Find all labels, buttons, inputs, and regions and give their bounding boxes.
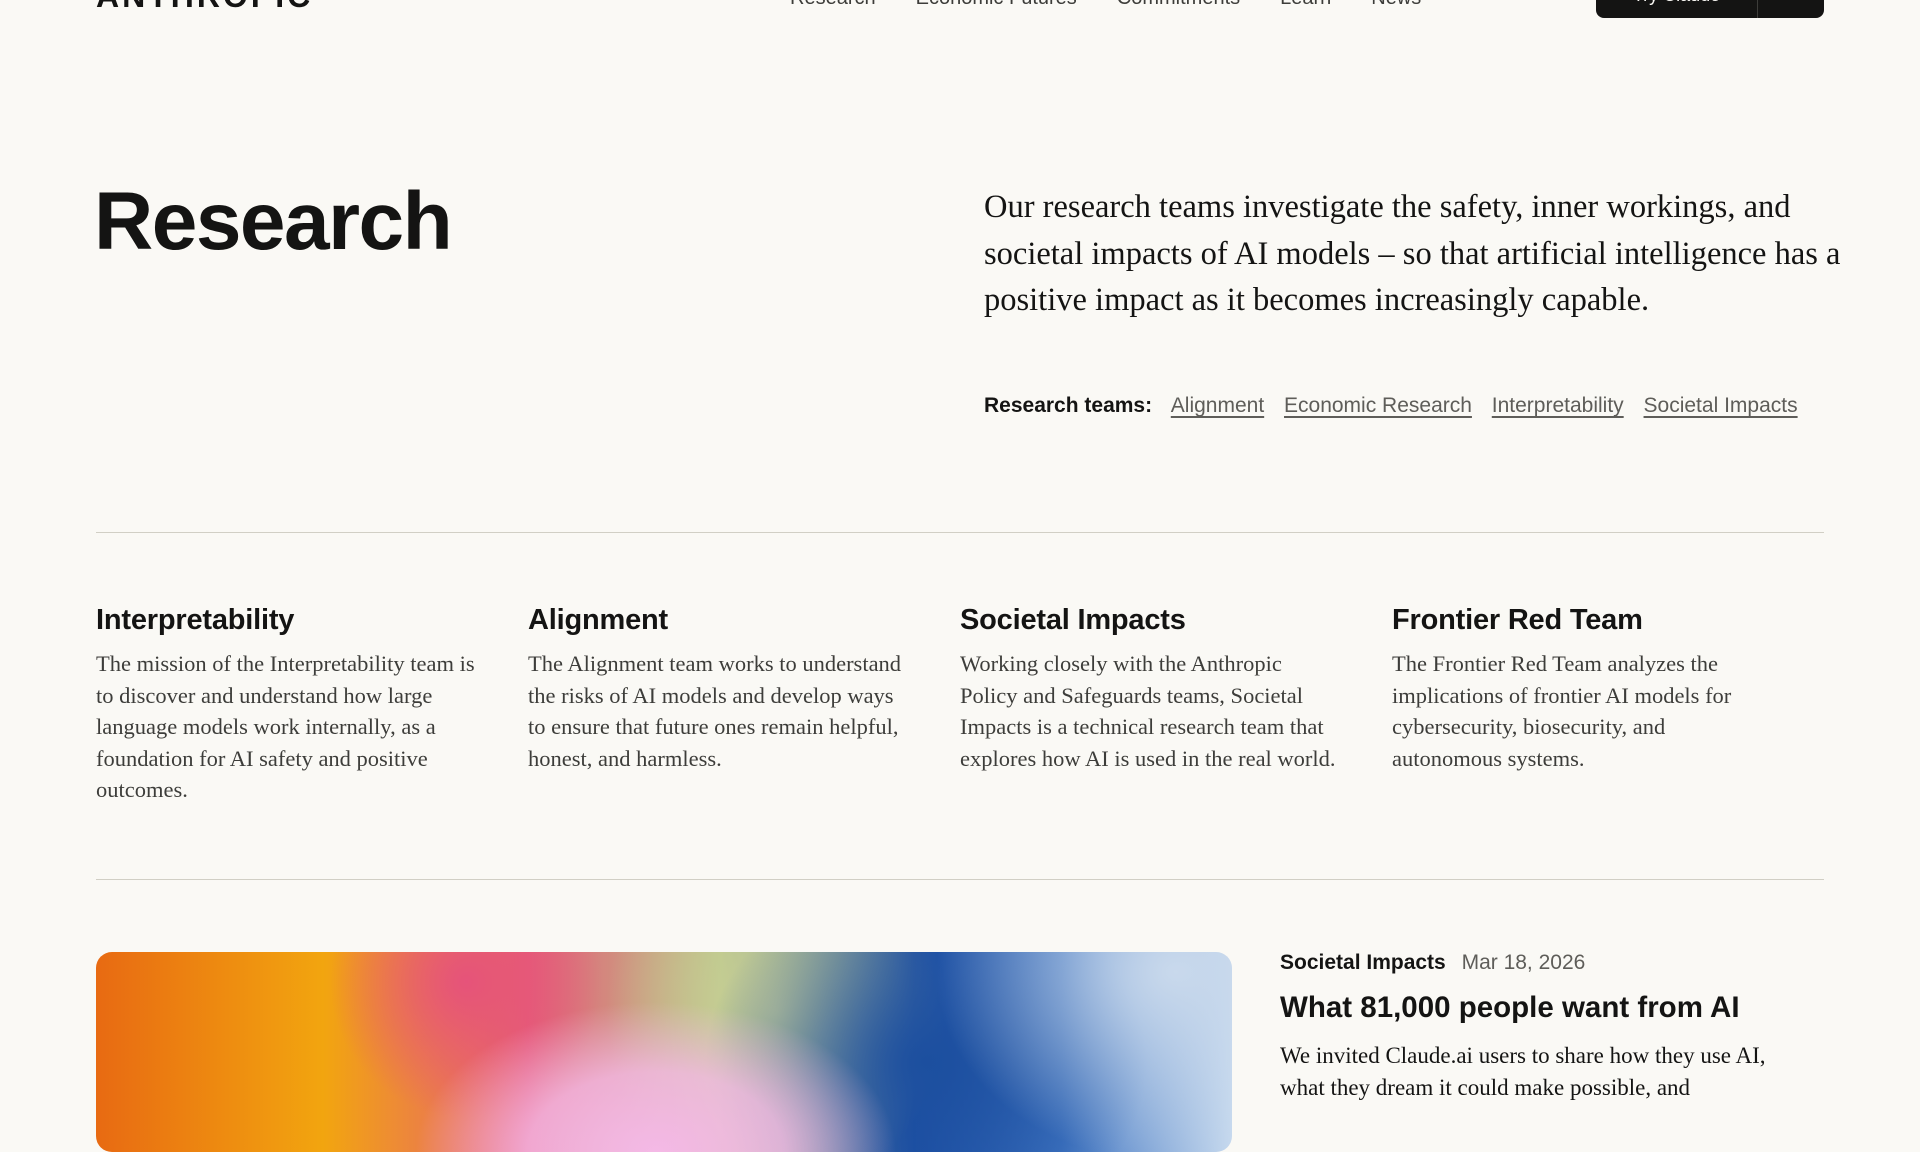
article-meta: Societal Impacts Mar 18, 2026	[1280, 948, 1800, 978]
team-link-societal-impacts[interactable]: Societal Impacts	[1644, 394, 1798, 417]
team-link-interpretability[interactable]: Interpretability	[1492, 394, 1624, 417]
team-card-description: The Frontier Red Team analyzes the impli…	[1392, 651, 1732, 771]
research-teams-list: Research teams: Alignment Economic Resea…	[984, 384, 1844, 427]
nav-link-news[interactable]: News	[1371, 0, 1421, 10]
nav-link-research[interactable]: Research	[790, 0, 876, 10]
section-divider	[96, 879, 1824, 880]
team-card-description: Working closely with the Anthropic Polic…	[960, 651, 1336, 771]
team-card-description: The Alignment team works to understand t…	[528, 651, 902, 771]
nav-link-learn[interactable]: Learn	[1280, 0, 1331, 10]
team-card-title: Societal Impacts	[960, 604, 1186, 636]
article-date: Mar 18, 2026	[1461, 951, 1586, 974]
research-intro: Our research teams investigate the safet…	[984, 189, 1841, 318]
try-claude-label[interactable]: Try Claude	[1596, 0, 1758, 18]
article-category: Societal Impacts	[1280, 951, 1446, 974]
article-title[interactable]: What 81,000 people want from AI	[1280, 988, 1800, 1028]
top-nav: ANTHROPIC Research Economic Futures Comm…	[0, 0, 1920, 20]
team-card-interpretability: Interpretability The mission of the Inte…	[96, 600, 528, 806]
featured-article-image[interactable]	[96, 952, 1232, 1152]
team-link-economic-research[interactable]: Economic Research	[1284, 394, 1472, 417]
nav-link-economic-futures[interactable]: Economic Futures	[916, 0, 1077, 10]
featured-article[interactable]: Societal Impacts Mar 18, 2026 What 81,00…	[1280, 948, 1800, 1104]
team-card-societal-impacts: Societal Impacts Working closely with th…	[960, 600, 1392, 806]
anthropic-logo[interactable]: ANTHROPIC	[96, 0, 313, 12]
chevron-down-icon[interactable]	[1758, 0, 1824, 18]
page-title: Research	[94, 176, 453, 267]
nav-links: Research Economic Futures Commitments Le…	[790, 0, 1421, 10]
research-teams-label: Research teams:	[984, 394, 1153, 417]
team-card-frontier-red-team: Frontier Red Team The Frontier Red Team …	[1392, 600, 1824, 806]
nav-link-commitments[interactable]: Commitments	[1117, 0, 1240, 10]
team-link-alignment[interactable]: Alignment	[1171, 394, 1264, 417]
section-divider	[96, 532, 1824, 533]
team-card-title: Interpretability	[96, 604, 295, 636]
article-excerpt: We invited Claude.ai users to share how …	[1280, 1043, 1766, 1100]
team-card-title: Frontier Red Team	[1392, 604, 1643, 636]
try-claude-button[interactable]: Try Claude	[1596, 0, 1824, 18]
team-card-alignment: Alignment The Alignment team works to un…	[528, 600, 960, 806]
team-card-description: The mission of the Interpretability team…	[96, 651, 475, 802]
team-card-title: Alignment	[528, 604, 668, 636]
team-cards: Interpretability The mission of the Inte…	[96, 600, 1824, 806]
